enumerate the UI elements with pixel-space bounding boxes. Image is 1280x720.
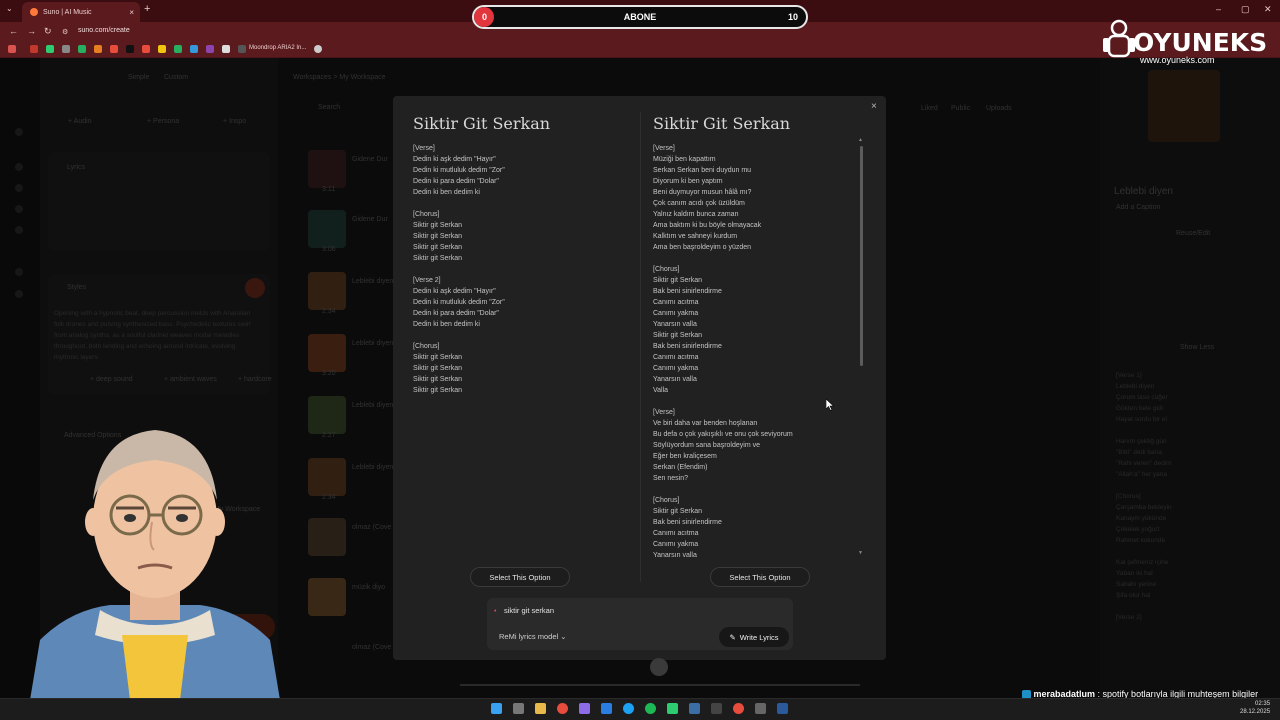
player-bar — [440, 656, 880, 696]
x-icon[interactable] — [126, 45, 134, 53]
bookmark-icon[interactable] — [314, 45, 322, 53]
select-option-b-button[interactable]: Select This Option — [710, 567, 810, 587]
window-close-icon[interactable]: ✕ — [1264, 4, 1272, 15]
play-button[interactable] — [650, 658, 668, 676]
minimize-icon[interactable]: – — [1216, 4, 1221, 14]
scrollbar-thumb[interactable] — [860, 146, 863, 366]
scroll-up-icon[interactable]: ▲ — [858, 137, 863, 143]
new-tab-button[interactable]: + — [144, 3, 150, 15]
bookmark-icon[interactable] — [174, 45, 182, 53]
lyrics-prompt-input[interactable]: siktir git serkan — [504, 606, 554, 615]
tab-search-icon[interactable]: ⌄ — [6, 4, 13, 13]
bookmark-icon[interactable] — [222, 45, 230, 53]
file-explorer-icon[interactable] — [535, 703, 546, 714]
oyuneks-url: www.oyuneks.com — [1140, 55, 1215, 65]
app-icon[interactable] — [711, 703, 722, 714]
pencil-icon: ✎ — [729, 632, 736, 642]
app-icon[interactable] — [667, 703, 678, 714]
option-b-title: Siktir Git Serkan — [653, 114, 791, 133]
system-clock[interactable]: 02:35 28.12.2025 — [1240, 700, 1270, 716]
youtube-icon[interactable] — [110, 45, 118, 53]
bookmark-icon[interactable] — [94, 45, 102, 53]
subscriber-label: ABONE — [623, 12, 657, 22]
browser-tab[interactable]: Suno | AI Music × — [22, 2, 140, 22]
clock-date: 28.12.2025 — [1240, 709, 1271, 715]
close-icon[interactable]: × — [871, 101, 877, 112]
app-icon[interactable] — [755, 703, 766, 714]
app-icon[interactable] — [777, 703, 788, 714]
windows-taskbar — [0, 698, 1280, 720]
oyuneks-logo: OYUNEKS — [1133, 28, 1268, 57]
mouse-cursor-icon — [826, 399, 834, 411]
option-b-lyrics: [Verse] Müziği ben kapattım Serkan Serka… — [653, 145, 793, 557]
scroll-down-icon[interactable]: ▼ — [858, 550, 863, 556]
forward-icon[interactable]: → — [27, 26, 36, 36]
folder-icon[interactable] — [158, 45, 166, 53]
start-icon[interactable] — [491, 703, 502, 714]
tab-close-icon[interactable]: × — [129, 8, 134, 17]
bookmark-icon[interactable] — [238, 45, 246, 53]
app-icon[interactable] — [601, 703, 612, 714]
bookmark-icon[interactable] — [78, 45, 86, 53]
spotify-icon[interactable] — [645, 703, 656, 714]
subscriber-goal: 10 — [787, 12, 798, 22]
site-info-icon[interactable]: ⚙ — [62, 28, 68, 36]
bookmark-icon[interactable] — [142, 45, 150, 53]
apps-icon[interactable] — [8, 45, 16, 53]
back-icon[interactable]: ← — [9, 26, 18, 36]
bookmark-icon[interactable] — [46, 45, 54, 53]
select-option-a-button[interactable]: Select This Option — [470, 567, 570, 587]
progress-track[interactable] — [460, 684, 860, 686]
prompt-bullet-icon: • — [494, 608, 497, 615]
suno-favicon-icon — [30, 8, 38, 16]
option-a-title: Siktir Git Serkan — [413, 114, 551, 133]
gmail-icon[interactable] — [30, 45, 38, 53]
bookmark-icon[interactable] — [62, 45, 70, 53]
streamer-avatar — [30, 430, 280, 700]
chrome-icon[interactable] — [557, 703, 568, 714]
column-divider — [640, 112, 641, 582]
tab-title: Suno | AI Music — [43, 8, 92, 16]
reload-icon[interactable]: ↻ — [44, 26, 52, 37]
bookmark-icon[interactable] — [190, 45, 198, 53]
telegram-icon[interactable] — [623, 703, 634, 714]
app-icon[interactable] — [579, 703, 590, 714]
url-field[interactable]: suno.com/create — [78, 27, 130, 34]
maximize-icon[interactable]: ▢ — [1241, 4, 1250, 15]
oyuneks-mascot-logo — [1103, 19, 1135, 58]
bookmark-icon[interactable] — [206, 45, 214, 53]
write-lyrics-button[interactable]: ✎ Write Lyrics — [719, 627, 789, 647]
search-icon[interactable] — [513, 703, 524, 714]
clock-time: 02:35 — [1255, 701, 1271, 707]
app-icon[interactable] — [733, 703, 744, 714]
lyrics-model-select[interactable]: ReMi lyrics model ⌄ — [499, 632, 567, 641]
option-a-lyrics: [Verse] Dedin ki aşk dedim "Hayır" Dedin… — [413, 145, 505, 394]
chevron-down-icon: ⌄ — [560, 632, 567, 641]
bookmark-moondrop[interactable]: Moondrop ARIA2 In... — [249, 45, 306, 51]
option-b-lyrics-scroll[interactable]: [Verse] Müziği ben kapattım Serkan Serka… — [653, 143, 853, 557]
steam-icon[interactable] — [689, 703, 700, 714]
subscriber-goal-bar: 0 ABONE 10 — [472, 5, 808, 29]
